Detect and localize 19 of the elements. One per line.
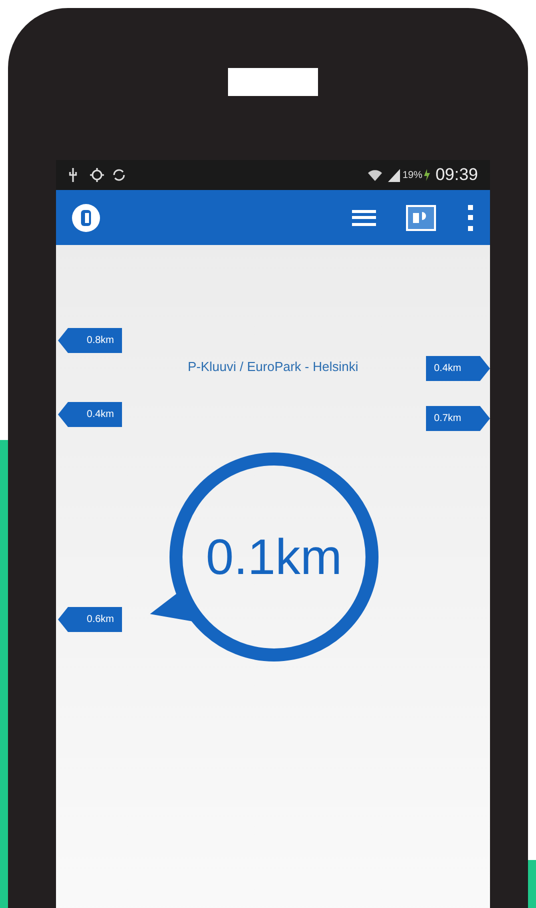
list-view-button[interactable]: [352, 208, 376, 228]
overflow-menu-button[interactable]: [466, 204, 474, 230]
destination-name: P-Kluuvi / EuroPark - Helsinki: [186, 358, 360, 376]
distance-marker: 0.7km: [426, 406, 490, 431]
battery-percent: 19%: [402, 168, 422, 182]
map-view-button[interactable]: [406, 204, 436, 230]
wifi-icon: [367, 168, 384, 182]
app-logo-button[interactable]: [72, 204, 100, 232]
battery-icon: [423, 168, 432, 182]
clock: 09:39: [435, 164, 478, 186]
distance-reading: 0.1km: [204, 528, 344, 587]
distance-marker: 0.4km: [426, 356, 490, 381]
usb-icon: [68, 168, 78, 182]
gps-icon: [90, 168, 104, 182]
distance-marker: 0.8km: [58, 328, 122, 353]
signal-icon: [387, 168, 402, 182]
distance-marker: 0.6km: [58, 607, 122, 632]
distance-marker: 0.4km: [58, 402, 122, 427]
sync-icon: [112, 168, 126, 182]
